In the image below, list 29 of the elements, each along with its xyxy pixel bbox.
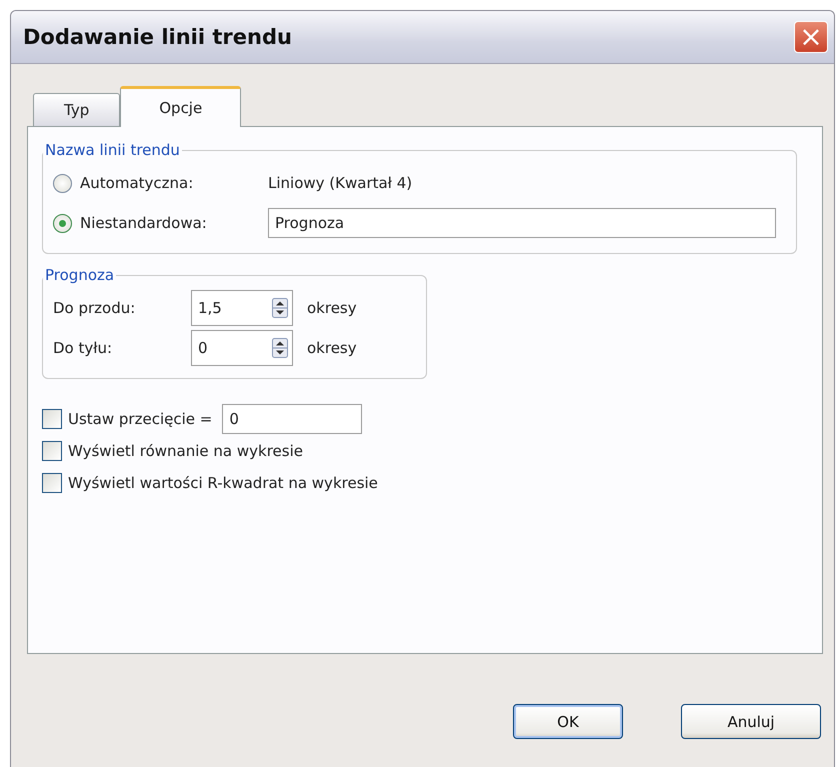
checkbox-label: Ustaw przecięcie = xyxy=(68,410,212,428)
field-label: Do tyłu: xyxy=(53,339,114,357)
spin-field[interactable]: 1,5 xyxy=(191,290,293,326)
tab[interactable]: Opcje xyxy=(120,86,242,127)
auto-name-text: Liniowy (Kwartał 4) xyxy=(268,174,412,192)
checkbox[interactable] xyxy=(42,409,62,429)
checkbox[interactable] xyxy=(42,441,62,461)
radio-label: Niestandardowa: xyxy=(80,214,208,232)
checkbox-label: Wyświetl wartości R-kwadrat na wykresie xyxy=(68,474,378,492)
checkbox[interactable] xyxy=(42,473,62,493)
group-title: Prognoza xyxy=(44,266,116,284)
spin-arrows-icon[interactable] xyxy=(272,338,288,358)
radio-button[interactable] xyxy=(53,214,72,232)
window-title: Dodawanie linii trendu xyxy=(23,25,292,49)
dialog-button[interactable]: Anuluj xyxy=(681,704,821,739)
field-label: Do przodu: xyxy=(53,299,136,317)
name-input-field[interactable]: Prognoza xyxy=(268,208,776,238)
checkbox-label: Wyświetl równanie na wykresie xyxy=(68,442,303,460)
radio-button[interactable] xyxy=(53,174,72,192)
unit-label: okresy xyxy=(307,339,357,357)
intercept-input-field[interactable]: 0 xyxy=(222,404,362,434)
close-button[interactable]: × xyxy=(794,21,828,53)
tab[interactable]: Typ xyxy=(33,93,120,126)
dialog-button[interactable]: OK xyxy=(513,704,623,739)
group-title: Nazwa linii trendu xyxy=(44,141,181,159)
spin-arrows-icon[interactable] xyxy=(272,298,288,318)
unit-label: okresy xyxy=(307,299,357,317)
radio-label: Automatyczna: xyxy=(80,174,194,192)
spin-field[interactable]: 0 xyxy=(191,330,293,366)
